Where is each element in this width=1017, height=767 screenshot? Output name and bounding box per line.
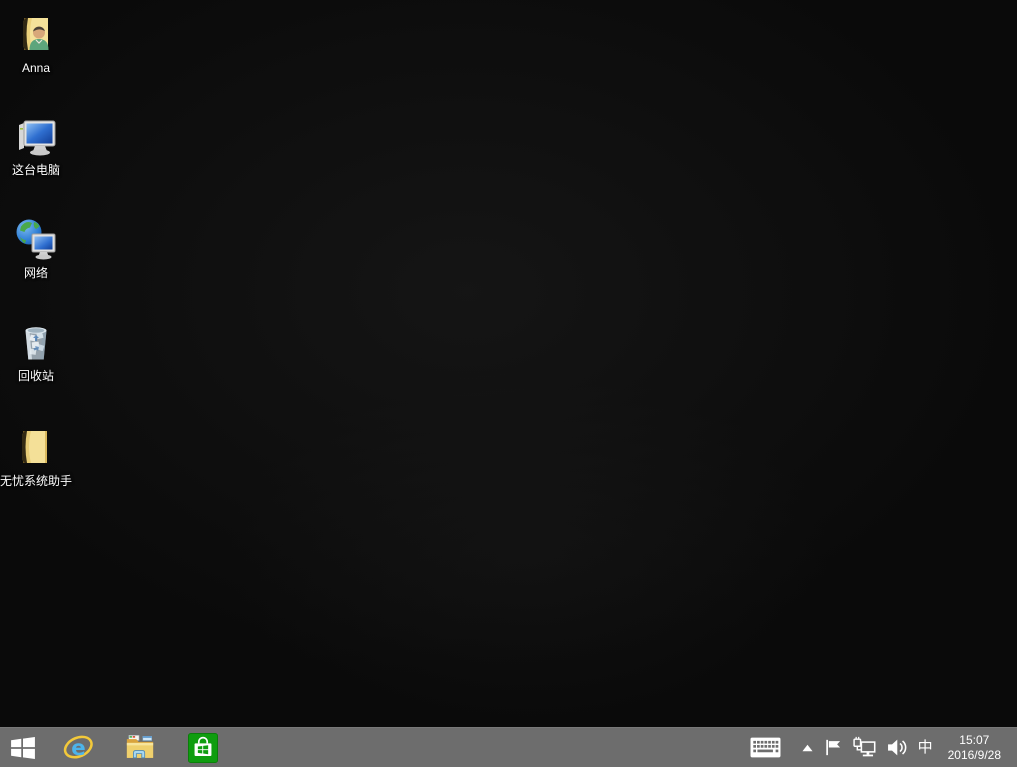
action-center-button[interactable] [820, 728, 847, 767]
store-icon [188, 733, 218, 763]
desktop-icon-label: 回收站 [18, 369, 54, 383]
desktop-icon-label: 这台电脑 [12, 163, 60, 177]
store-button[interactable] [179, 728, 227, 767]
show-hidden-icons-arrow [802, 744, 813, 752]
desktop-icon-label: 无忧系统助手 [0, 474, 72, 488]
internet-explorer-icon: e [63, 732, 94, 763]
show-hidden-icons-button[interactable] [795, 728, 820, 767]
ime-indicator: 中 [918, 740, 933, 755]
file-explorer-button[interactable] [116, 728, 164, 767]
windows-desktop: Anna 这台电脑 [0, 0, 1017, 767]
network-status-button[interactable] [847, 728, 882, 767]
ime-language-button[interactable]: 中 [913, 728, 938, 767]
desktop-icon-label: 网络 [24, 266, 48, 280]
recycle-bin-icon [12, 318, 60, 366]
clock-time: 15:07 [959, 733, 989, 748]
touch-keyboard-button[interactable] [742, 728, 789, 767]
clock-date: 2016/9/28 [948, 748, 1001, 763]
action-center-flag-icon [825, 739, 842, 756]
folder-icon [12, 423, 60, 471]
desktop-icon-network[interactable]: 网络 [0, 215, 72, 280]
taskbar: e [0, 727, 1017, 767]
file-explorer-icon [125, 733, 155, 763]
volume-icon [887, 738, 908, 757]
desktop-icon-this-pc[interactable]: 这台电脑 [0, 112, 72, 177]
internet-explorer-button[interactable]: e [54, 728, 102, 767]
user-folder-icon [12, 10, 60, 58]
start-button[interactable] [0, 728, 46, 767]
svg-text:e: e [71, 736, 85, 761]
taskbar-clock[interactable]: 15:07 2016/9/28 [944, 728, 1017, 767]
system-tray: 中 15:07 2016/9/28 [742, 728, 1017, 767]
windows-logo-icon [10, 735, 36, 761]
desktop-icon-recycle-bin[interactable]: 回收站 [0, 318, 72, 383]
desktop-icon-label: Anna [22, 61, 50, 75]
desktop-surface[interactable]: Anna 这台电脑 [0, 0, 1017, 727]
desktop-icon-anna[interactable]: Anna [0, 10, 72, 75]
network-globe-icon [12, 215, 60, 263]
volume-button[interactable] [882, 728, 913, 767]
touch-keyboard-icon [750, 737, 781, 758]
network-status-icon [852, 736, 877, 759]
desktop-icon-assistant-folder[interactable]: 无忧系统助手 [0, 423, 72, 488]
computer-icon [12, 112, 60, 160]
